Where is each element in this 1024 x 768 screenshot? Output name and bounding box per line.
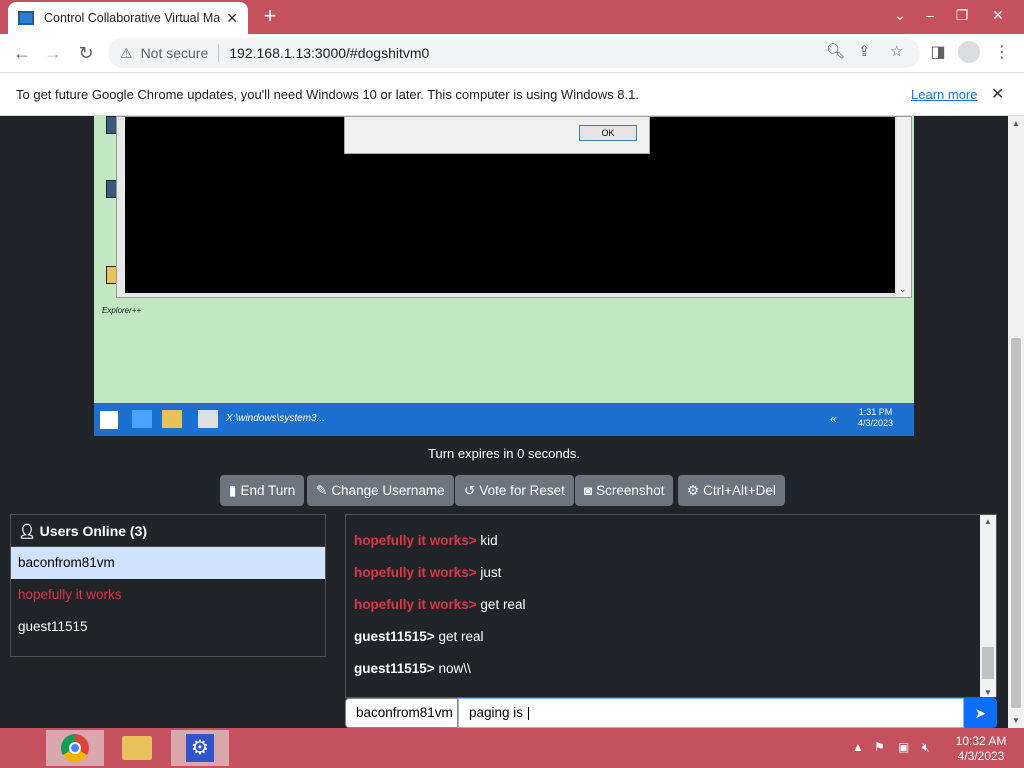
host-clock[interactable]: 10:32 AM 4/3/2023: [950, 734, 1012, 764]
update-infobar: To get future Google Chrome updates, you…: [0, 72, 1024, 116]
vote-reset-button[interactable]: ↺ Vote for Reset: [455, 475, 574, 506]
user-list-item[interactable]: baconfrom81vm: [11, 547, 325, 579]
file-explorer-icon[interactable]: [162, 410, 182, 428]
send-button[interactable]: ➤: [964, 698, 997, 728]
window-close-button[interactable]: ✕: [982, 0, 1014, 30]
profile-avatar[interactable]: [958, 41, 980, 63]
tray-chevron-icon[interactable]: «: [830, 412, 837, 426]
action-center-icon[interactable]: ⚑: [874, 740, 885, 754]
username-field[interactable]: baconfrom81vm: [345, 698, 458, 728]
explorer-taskbar-button[interactable]: [108, 730, 166, 766]
user-list-item[interactable]: guest11515: [11, 611, 325, 643]
warning-icon[interactable]: ⚠: [120, 45, 133, 62]
scroll-up-icon[interactable]: ▲: [984, 517, 992, 526]
page-scroll-thumb[interactable]: [1011, 338, 1021, 708]
vm-taskbar-window-label[interactable]: X:\windows\system3...: [226, 413, 325, 424]
user-list-item[interactable]: hopefully it works: [11, 579, 325, 611]
desktop-icon[interactable]: [132, 410, 152, 428]
chat-message: guest11515> now\\: [354, 661, 471, 676]
network-icon[interactable]: ▣: [898, 740, 909, 754]
turn-status: Turn expires in 0 seconds.: [428, 446, 580, 461]
camera-icon: ◙: [584, 483, 593, 498]
volume-muted-icon[interactable]: 🔇︎: [922, 740, 930, 755]
folder-icon: [122, 736, 152, 760]
page-content: Explorer++ ⌄ OK X:\windows\system3... « …: [0, 116, 1008, 728]
apple-start-icon[interactable]: [10, 733, 40, 763]
ctrl-alt-del-button[interactable]: ⚙ Ctrl+Alt+Del: [678, 475, 785, 506]
divider: [218, 44, 220, 62]
chat-message: hopefully it works> get real: [354, 597, 526, 612]
chat-message: guest11515> get real: [354, 629, 484, 644]
windows-start-icon[interactable]: [100, 411, 118, 429]
host-taskbar: ⚙ ▲ ⚑ ▣ 🔇︎ 10:32 AM 4/3/2023: [0, 728, 1024, 768]
page-scrollbar[interactable]: ▲ ▼: [1008, 116, 1024, 728]
chat-scrollbar[interactable]: ▲ ▼: [980, 515, 996, 697]
menu-icon[interactable]: ⋮: [990, 41, 1014, 65]
undo-icon: ↺: [464, 483, 476, 498]
user-icon: 👤︎: [18, 523, 40, 539]
console-scrollbar[interactable]: ⌄: [897, 117, 911, 297]
chat-input[interactable]: paging is |: [458, 698, 964, 728]
forward-button[interactable]: →: [40, 41, 66, 65]
users-heading: 👤︎ Users Online (3): [11, 515, 325, 547]
scroll-down-icon[interactable]: ▼: [984, 688, 992, 697]
gear-icon: ⚙: [687, 483, 700, 498]
vm-display[interactable]: Explorer++ ⌄ OK X:\windows\system3... « …: [94, 116, 914, 436]
settings-taskbar-button[interactable]: ⚙: [171, 730, 229, 766]
monitor-icon: [18, 11, 34, 25]
tab-close-icon[interactable]: ✕: [226, 10, 238, 27]
share-icon[interactable]: ⇪: [858, 42, 871, 60]
chat-message: hopefully it works> kid: [354, 533, 498, 548]
restore-button[interactable]: ❐: [946, 0, 978, 30]
new-tab-button[interactable]: +: [258, 4, 282, 28]
url-text[interactable]: 192.168.1.13:3000/#dogshitvm0: [229, 45, 429, 61]
infobar-close-icon[interactable]: ✕: [991, 84, 1004, 104]
gear-icon: ⚙: [186, 734, 214, 762]
security-label[interactable]: Not secure: [141, 45, 209, 61]
back-button[interactable]: ←: [9, 41, 35, 65]
paper-plane-icon: ➤: [974, 705, 987, 721]
minimize-button[interactable]: –: [914, 0, 946, 30]
end-turn-button[interactable]: ▮ End Turn: [220, 475, 305, 506]
vm-clock: 1:31 PM 4/3/2023: [858, 407, 894, 428]
reload-button[interactable]: ↻: [73, 41, 99, 65]
desktop-icon-label: Explorer++: [102, 306, 142, 315]
mouse-icon: ▮: [229, 483, 237, 498]
browser-titlebar: Control Collaborative Virtual Mac ✕ + ⌄ …: [0, 0, 1024, 34]
learn-more-link[interactable]: Learn more: [911, 87, 977, 102]
address-bar[interactable]: ⚠ Not secure 192.168.1.13:3000/#dogshitv…: [108, 38, 920, 68]
dialog-ok-button[interactable]: OK: [579, 125, 637, 141]
chrome-taskbar-button[interactable]: [46, 730, 104, 766]
tray-up-arrow-icon[interactable]: ▲: [852, 740, 864, 754]
screenshot-button[interactable]: ◙ Screenshot: [575, 475, 674, 506]
users-online-panel: 👤︎ Users Online (3) baconfrom81vm hopefu…: [10, 514, 326, 657]
infobar-message: To get future Google Chrome updates, you…: [16, 87, 639, 102]
chat-log[interactable]: hopefully it works> kid hopefully it wor…: [345, 514, 997, 698]
chevron-down-icon[interactable]: ⌄: [884, 0, 916, 30]
scroll-down-icon[interactable]: ▼: [1012, 716, 1020, 725]
vm-taskbar: X:\windows\system3... « 1:31 PM 4/3/2023: [94, 403, 914, 436]
zoom-icon[interactable]: 🔍︎: [826, 42, 845, 60]
chat-scroll-thumb[interactable]: [982, 647, 994, 679]
console-window-icon[interactable]: [198, 410, 218, 428]
browser-toolbar: ← → ↻ ⚠ Not secure 192.168.1.13:3000/#do…: [0, 34, 1024, 72]
scroll-up-icon[interactable]: ▲: [1012, 119, 1020, 128]
chrome-icon: [61, 734, 89, 762]
bookmark-star-icon[interactable]: ☆: [890, 42, 903, 60]
browser-tab[interactable]: Control Collaborative Virtual Mac ✕: [8, 2, 248, 34]
side-panel-icon[interactable]: ◨: [926, 41, 950, 65]
tab-title: Control Collaborative Virtual Mac: [44, 11, 221, 25]
chat-message: hopefully it works> just: [354, 565, 502, 580]
user-edit-icon: ✎: [316, 483, 328, 498]
change-username-button[interactable]: ✎ Change Username: [307, 475, 454, 506]
message-dialog: OK: [344, 116, 650, 154]
